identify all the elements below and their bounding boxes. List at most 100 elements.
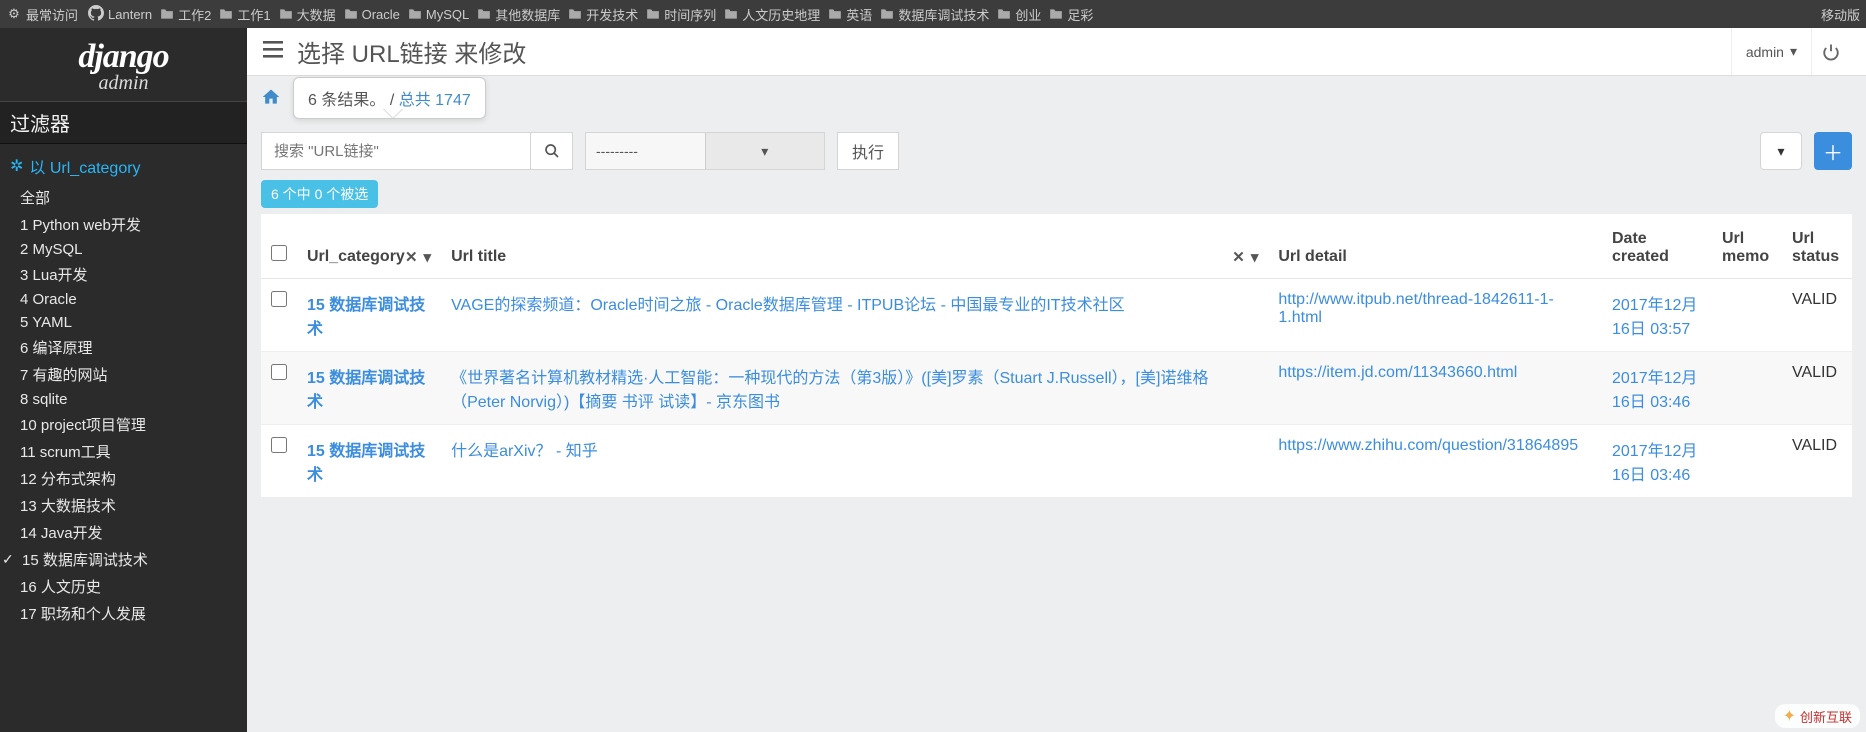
columns-toggle[interactable]: ▾ xyxy=(1760,132,1802,170)
topbar: 选择 URL链接 来修改 admin ▾ xyxy=(247,28,1866,76)
row-date: 2017年12月16日 03:57 xyxy=(1612,297,1697,338)
row-title-link[interactable]: VAGE的探索频道：Oracle时间之旅 - Oracle数据库管理 - ITP… xyxy=(451,297,1125,314)
filter-item[interactable]: 12 分布式架构 xyxy=(14,465,247,492)
filter-item[interactable]: 5 YAML xyxy=(14,311,247,334)
row-memo xyxy=(1712,352,1782,425)
frequent-visits[interactable]: 最常访问 xyxy=(26,5,78,24)
github-icon[interactable] xyxy=(88,5,104,24)
filter-item[interactable]: 1 Python web开发 xyxy=(14,211,247,238)
col-url-category[interactable]: Url_category ✕▾ xyxy=(297,214,441,279)
home-icon[interactable] xyxy=(261,87,281,110)
filter-item[interactable]: 10 project项目管理 xyxy=(14,411,247,438)
row-status: VALID xyxy=(1782,352,1852,425)
results-table: Url_category ✕▾ Url title ✕▾ Url detail … xyxy=(261,214,1852,498)
selection-count-badge: 6 个中 0 个被选 xyxy=(261,180,378,208)
row-status: VALID xyxy=(1782,425,1852,498)
action-select[interactable]: --------- ▾ xyxy=(585,132,825,170)
sort-desc-icon[interactable]: ▾ xyxy=(1251,248,1259,266)
filter-item[interactable]: 11 scrum工具 xyxy=(14,438,247,465)
row-category-link[interactable]: 15 数据库调试技术 xyxy=(307,297,425,338)
col-url-status[interactable]: Url status xyxy=(1782,214,1852,279)
bookmark-folder[interactable]: 创业 xyxy=(993,5,1045,24)
select-all-checkbox[interactable] xyxy=(271,245,287,261)
result-count-text: 6 条结果。 xyxy=(308,92,385,109)
row-checkbox[interactable] xyxy=(271,364,287,380)
filter-item[interactable]: 17 职场和个人发展 xyxy=(14,600,247,627)
logout-button[interactable] xyxy=(1811,28,1850,75)
row-detail-link[interactable]: http://www.itpub.net/thread-1842611-1-1.… xyxy=(1278,291,1553,326)
filter-item[interactable]: 15 数据库调试技术 xyxy=(14,546,247,573)
sidebar: django admin 过滤器 ✲ 以 Url_category 全部1 Py… xyxy=(0,28,247,732)
execute-button[interactable]: 执行 xyxy=(837,132,899,170)
table-row: 15 数据库调试技术《世界著名计算机教材精选·人工智能：一种现代的方法（第3版）… xyxy=(261,352,1852,425)
total-count-link[interactable]: 总共 1747 xyxy=(399,92,471,109)
admin-user-label: admin xyxy=(1746,44,1784,60)
table-header-row: Url_category ✕▾ Url title ✕▾ Url detail … xyxy=(261,214,1852,279)
row-title-link[interactable]: 《世界著名计算机教材精选·人工智能：一种现代的方法（第3版）》([美]罗素（St… xyxy=(451,370,1208,411)
filter-item[interactable]: 3 Lua开发 xyxy=(14,261,247,288)
filter-item[interactable]: 8 sqlite xyxy=(14,388,247,411)
row-checkbox[interactable] xyxy=(271,437,287,453)
row-detail-link[interactable]: https://www.zhihu.com/question/31864895 xyxy=(1278,437,1578,454)
remove-sort-icon[interactable]: ✕ xyxy=(405,248,418,266)
sort-desc-icon[interactable]: ▾ xyxy=(424,248,432,266)
filter-item[interactable]: 2 MySQL xyxy=(14,238,247,261)
result-count-tooltip: 6 条结果。 / 总共 1747 xyxy=(293,77,486,119)
filter-group-label: 以 Url_category xyxy=(29,154,140,178)
caret-down-icon: ▾ xyxy=(1790,43,1797,60)
row-date: 2017年12月16日 03:46 xyxy=(1612,370,1697,411)
search-button[interactable] xyxy=(531,132,573,170)
action-select-value: --------- xyxy=(586,143,705,159)
bookmark-lantern[interactable]: Lantern xyxy=(108,7,152,22)
col-url-memo[interactable]: Url memo xyxy=(1712,214,1782,279)
page-title: 选择 URL链接 来修改 xyxy=(297,34,1731,69)
snowflake-icon: ✲ xyxy=(10,156,23,176)
mobile-edition[interactable]: 移动版 xyxy=(1821,5,1860,24)
table-row: 15 数据库调试技术 VAGE的探索频道：Oracle时间之旅 - Oracle数… xyxy=(261,279,1852,352)
filter-item[interactable]: 6 编译原理 xyxy=(14,334,247,361)
search-input[interactable] xyxy=(261,132,531,170)
row-category-link[interactable]: 15 数据库调试技术 xyxy=(307,370,425,411)
row-detail-link[interactable]: https://item.jd.com/11343660.html xyxy=(1278,364,1517,381)
bookmark-folder[interactable]: 其他数据库 xyxy=(473,5,564,24)
admin-user-dropdown[interactable]: admin ▾ xyxy=(1731,28,1811,75)
row-status: VALID xyxy=(1782,279,1852,352)
search-row: --------- ▾ 执行 ▾ ＋ xyxy=(261,132,1852,170)
col-url-title[interactable]: Url title ✕▾ xyxy=(441,214,1268,279)
bookmark-folder[interactable]: 足彩 xyxy=(1045,5,1097,24)
bookmark-folder[interactable]: 数据库调试技术 xyxy=(876,5,993,24)
settings-gear-icon[interactable]: ⚙ xyxy=(6,6,22,22)
filter-item[interactable]: 4 Oracle xyxy=(14,288,247,311)
bookmark-folder[interactable]: 时间序列 xyxy=(642,5,720,24)
filter-item[interactable]: 全部 xyxy=(14,184,247,211)
bookmark-folder[interactable]: MySQL xyxy=(404,7,473,22)
bookmark-folder[interactable]: 大数据 xyxy=(275,5,340,24)
filter-item[interactable]: 16 人文历史 xyxy=(14,573,247,600)
brand-sub: admin xyxy=(0,72,247,95)
col-date-created[interactable]: Date created xyxy=(1602,214,1712,279)
bookmark-folder[interactable]: 英语 xyxy=(824,5,876,24)
main-area: 选择 URL链接 来修改 admin ▾ 6 条结果。 / 总共 1747 xyxy=(247,28,1866,732)
bookmark-folder[interactable]: 工作1 xyxy=(215,5,274,24)
filter-item[interactable]: 13 大数据技术 xyxy=(14,492,247,519)
breadcrumb-row: 6 条结果。 / 总共 1747 xyxy=(247,76,1866,120)
watermark: ✦ 创新互联 xyxy=(1775,704,1860,728)
filter-item[interactable]: 14 Java开发 xyxy=(14,519,247,546)
watermark-icon: ✦ xyxy=(1783,706,1796,726)
add-button[interactable]: ＋ xyxy=(1814,132,1852,170)
bookmark-folder[interactable]: 人文历史地理 xyxy=(720,5,824,24)
content: --------- ▾ 执行 ▾ ＋ 6 个中 0 个被选 Url_catego… xyxy=(247,120,1866,732)
row-title-link[interactable]: 什么是arXiv？ - 知乎 xyxy=(451,443,598,460)
remove-sort-icon[interactable]: ✕ xyxy=(1232,248,1245,266)
filter-item[interactable]: 7 有趣的网站 xyxy=(14,361,247,388)
bookmark-folder[interactable]: Oracle xyxy=(340,7,404,22)
chevron-down-icon[interactable]: ▾ xyxy=(705,133,825,169)
bookmark-folder[interactable]: 开发技术 xyxy=(564,5,642,24)
col-url-detail[interactable]: Url detail xyxy=(1268,214,1602,279)
row-category-link[interactable]: 15 数据库调试技术 xyxy=(307,443,425,484)
brand-logo: django admin xyxy=(0,28,247,101)
bookmark-folder[interactable]: 工作2 xyxy=(156,5,215,24)
row-checkbox[interactable] xyxy=(271,291,287,307)
filter-header: 过滤器 xyxy=(0,101,247,144)
hamburger-icon[interactable] xyxy=(263,41,283,62)
